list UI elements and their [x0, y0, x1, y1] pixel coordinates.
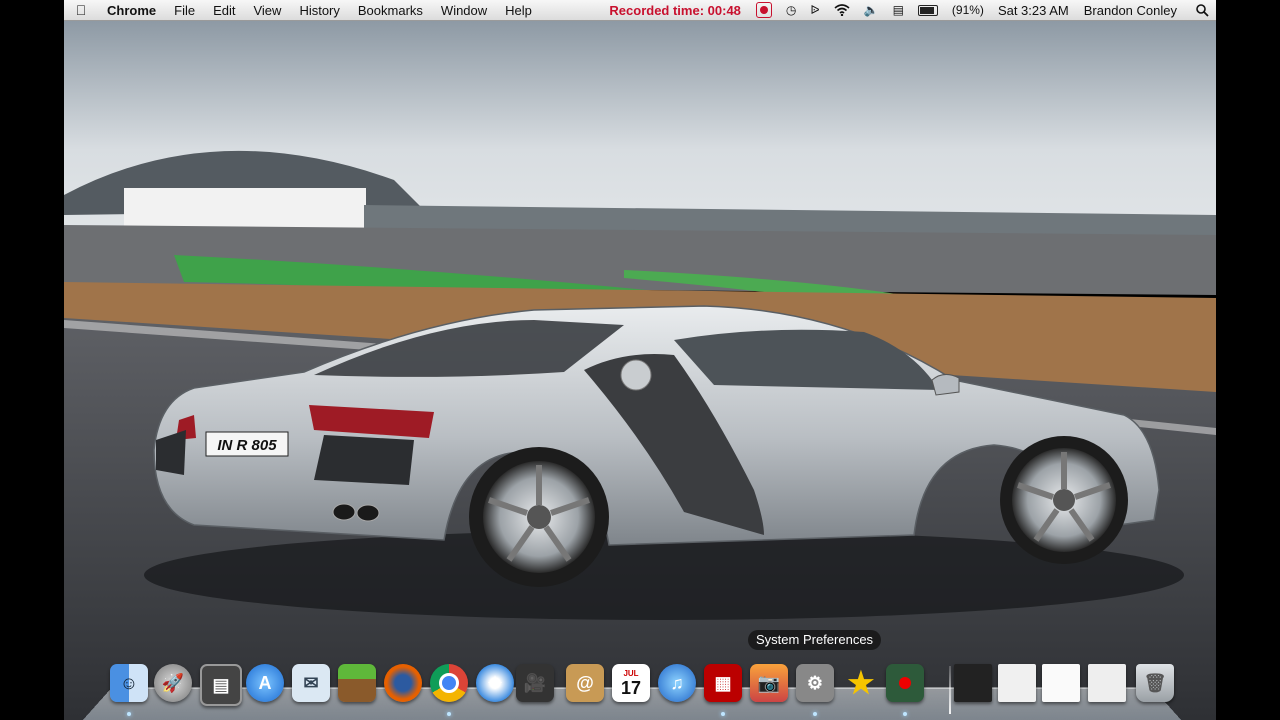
volume-icon[interactable]: 🔈 — [857, 3, 886, 17]
time-machine-icon[interactable]: ◷ — [779, 3, 803, 17]
running-indicator — [127, 712, 131, 716]
running-indicator — [903, 712, 907, 716]
menu-window[interactable]: Window — [432, 3, 496, 18]
menu-bookmarks[interactable]: Bookmarks — [349, 3, 432, 18]
wifi-icon[interactable] — [827, 4, 857, 16]
finder-icon[interactable]: ☺ — [110, 664, 148, 702]
menu-help[interactable]: Help — [496, 3, 541, 18]
spotlight-search-icon[interactable] — [1189, 3, 1216, 17]
chrome-icon[interactable] — [430, 664, 468, 702]
desktop: IN R 805  Chrome File Edit View History… — [64, 0, 1216, 720]
window-thumbnail-icon[interactable] — [1088, 664, 1126, 702]
status-area: Recorded time: 00:48 ◷ ᐉ 🔈 ▤ (91%) Sat 3… — [609, 2, 1216, 18]
menu-edit[interactable]: Edit — [204, 3, 244, 18]
minecraft-icon[interactable] — [338, 664, 376, 702]
running-indicator — [813, 712, 817, 716]
bluetooth-icon[interactable]: ᐉ — [803, 3, 826, 17]
window-thumbnail-icon[interactable] — [998, 664, 1036, 702]
dock-tooltip: System Preferences — [748, 630, 882, 650]
trash-icon[interactable]: 🗑 — [1136, 664, 1174, 702]
iphoto-icon[interactable]: 📷 — [750, 664, 788, 702]
recorded-time-label: Recorded time: 00:48 — [609, 2, 741, 18]
window-thumbnail-icon[interactable] — [1042, 664, 1080, 702]
video-recorder-icon[interactable] — [886, 664, 924, 702]
firefox-icon[interactable] — [384, 664, 422, 702]
battery-icon[interactable] — [911, 4, 945, 16]
running-indicator — [721, 712, 725, 716]
apple-menu-icon[interactable]:  — [64, 2, 98, 18]
photo-booth-icon[interactable]: ▦ — [704, 664, 742, 702]
launchpad-icon[interactable]: 🚀 — [154, 664, 192, 702]
dock: ☺ 🚀 ▤ A ✉ ✦ 🎥 @ JUL 17 ♫ ▦ 📷 ⚙ ★ 🗑 — [64, 660, 1216, 720]
safari-icon[interactable]: ✦ — [476, 664, 514, 702]
desktop-wallpaper: IN R 805 — [64, 20, 1216, 720]
menu-file[interactable]: File — [165, 3, 204, 18]
contacts-icon[interactable]: @ — [566, 664, 604, 702]
window-thumbnail-icon[interactable] — [954, 664, 992, 702]
license-plate-text: IN R 805 — [217, 437, 277, 454]
menu-history[interactable]: History — [290, 3, 348, 18]
calendar-day: 17 — [620, 677, 642, 698]
imovie-icon[interactable]: ★ — [842, 664, 880, 702]
app-menu-chrome[interactable]: Chrome — [98, 3, 165, 18]
calendar-month: JUL — [623, 668, 639, 678]
system-preferences-icon[interactable]: ⚙ — [796, 664, 834, 702]
itunes-icon[interactable]: ♫ — [658, 664, 696, 702]
facetime-icon[interactable]: 🎥 — [516, 664, 554, 702]
app-store-icon[interactable]: A — [246, 664, 284, 702]
user-name[interactable]: Brandon Conley — [1076, 3, 1189, 18]
clock[interactable]: Sat 3:23 AM — [991, 3, 1076, 18]
battery-percent: (91%) — [951, 3, 984, 17]
record-stop-icon[interactable] — [749, 2, 779, 18]
calendar-icon[interactable]: JUL 17 — [612, 664, 650, 702]
menu-view[interactable]: View — [244, 3, 290, 18]
mail-icon[interactable]: ✉ — [292, 664, 330, 702]
input-menu-icon[interactable]: ▤ — [886, 3, 911, 17]
dock-separator — [949, 666, 951, 714]
menu-bar:  Chrome File Edit View History Bookmark… — [64, 0, 1216, 21]
utility-icon[interactable]: ▤ — [200, 664, 242, 706]
running-indicator — [447, 712, 451, 716]
